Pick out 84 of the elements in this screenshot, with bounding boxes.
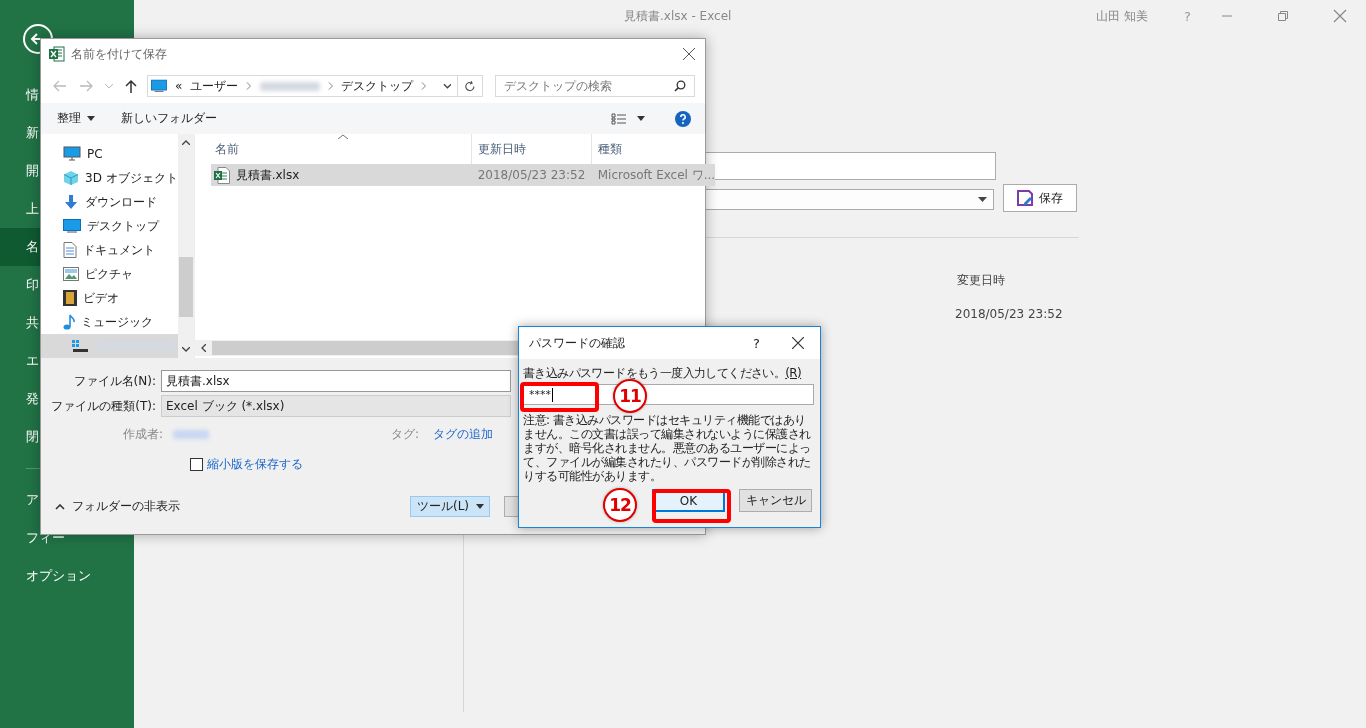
folder-tree-item[interactable]: ダウンロード bbox=[41, 190, 178, 214]
monitor-icon bbox=[63, 219, 81, 233]
path-overflow[interactable]: « bbox=[175, 79, 183, 93]
file-name-field[interactable]: 見積書.xlsx bbox=[161, 370, 511, 392]
computer-icon bbox=[63, 146, 81, 162]
new-folder-button[interactable]: 新しいフォルダー bbox=[121, 110, 217, 127]
file-name: 見積書.xlsx bbox=[235, 166, 300, 184]
author-label: 作成者: bbox=[123, 425, 164, 443]
table-cell: 2018/05/23 23:52 bbox=[955, 307, 1063, 321]
sort-caret-icon bbox=[337, 134, 348, 139]
breadcrumb[interactable]: デスクトップ bbox=[341, 77, 414, 95]
chevron-right-icon[interactable] bbox=[421, 82, 427, 90]
chevron-left-icon[interactable] bbox=[200, 344, 206, 352]
search-icon bbox=[674, 80, 686, 92]
add-tag-link[interactable]: タグの追加 bbox=[433, 425, 494, 443]
close-icon[interactable] bbox=[683, 48, 695, 60]
spreadsheet-app-icon bbox=[49, 46, 65, 62]
save-button[interactable]: 保存 bbox=[1003, 184, 1077, 212]
dialog-title: パスワードの確認 bbox=[529, 334, 625, 352]
table-cell-text: Microsoft Excel ワ... bbox=[596, 166, 716, 184]
column-header[interactable]: 名前 bbox=[210, 134, 471, 164]
file-type-dropdown[interactable]: Excel ブック (*.xlsx) bbox=[161, 395, 511, 417]
download-arrow-icon bbox=[63, 194, 79, 210]
chevron-down-icon[interactable] bbox=[442, 83, 452, 89]
search-field[interactable]: デスクトップの検索 bbox=[495, 75, 695, 97]
view-options-icon[interactable] bbox=[611, 112, 627, 125]
close-icon[interactable] bbox=[792, 337, 804, 349]
restore-icon[interactable] bbox=[1277, 10, 1289, 22]
field-label: ファイル名(N): bbox=[72, 372, 157, 390]
caret-icon bbox=[476, 504, 484, 509]
folder-tree-item[interactable]: ミュージック bbox=[41, 310, 178, 334]
user-name: 山田 知美 bbox=[1096, 7, 1149, 25]
film-icon bbox=[63, 290, 77, 306]
spreadsheet-file-icon bbox=[213, 166, 230, 184]
caret-icon bbox=[87, 116, 95, 121]
cancel-button[interactable]: キャンセル bbox=[739, 489, 812, 512]
caret-icon[interactable] bbox=[637, 116, 645, 121]
redacted-name bbox=[259, 81, 320, 91]
refresh-icon[interactable] bbox=[464, 79, 476, 93]
drive-icon bbox=[71, 339, 89, 353]
chevron-up-icon[interactable] bbox=[181, 140, 190, 145]
folder-tree-item[interactable]: 3D オブジェクト bbox=[41, 166, 178, 190]
column-header: 変更日時 bbox=[957, 272, 1005, 289]
tools-menu-button[interactable]: ツール(L) bbox=[410, 496, 490, 517]
access-key: (R) bbox=[785, 366, 802, 380]
folder-tree-item[interactable]: ドキュメント bbox=[41, 238, 178, 262]
cube-icon bbox=[63, 170, 79, 186]
prompt-text: 書き込みパスワードをもう一度入力してください。 bbox=[523, 366, 786, 380]
window-title: 見積書.xlsx - Excel bbox=[624, 7, 732, 25]
image-icon bbox=[63, 267, 79, 281]
redacted-name bbox=[173, 429, 210, 439]
chevron-right-icon[interactable] bbox=[327, 82, 334, 90]
music-note-icon bbox=[63, 314, 75, 330]
organize-menu[interactable]: 整理 bbox=[57, 110, 95, 127]
checkbox[interactable] bbox=[190, 458, 203, 471]
table-cell-text: 2018/05/23 23:52 bbox=[476, 168, 587, 182]
chevron-down-icon[interactable] bbox=[181, 347, 190, 352]
document-icon bbox=[63, 242, 77, 258]
monitor-icon bbox=[151, 79, 168, 93]
dialog-title: 名前を付けて保存 bbox=[71, 45, 167, 63]
forward-arrow-icon[interactable] bbox=[79, 80, 93, 92]
field-label: ファイルの種類(T): bbox=[50, 397, 157, 415]
help-icon[interactable] bbox=[675, 110, 691, 127]
caret-icon bbox=[978, 196, 987, 202]
scrollbar[interactable] bbox=[177, 134, 194, 358]
save-icon bbox=[1017, 190, 1033, 206]
chevron-up-icon bbox=[55, 503, 65, 510]
folder-tree-item[interactable]: ビデオ bbox=[41, 286, 178, 310]
help-button[interactable]: ? bbox=[753, 335, 760, 351]
sidebar-item[interactable]: オプション bbox=[0, 557, 134, 595]
breadcrumb[interactable]: ユーザー bbox=[190, 77, 239, 95]
folder-tree-item[interactable]: デスクトップ bbox=[41, 214, 178, 238]
address-bar[interactable]: « ユーザー デスクトップ bbox=[147, 75, 483, 97]
back-arrow-icon[interactable] bbox=[53, 80, 67, 92]
hide-folders-button[interactable]: フォルダーの非表示 bbox=[55, 498, 410, 515]
tags-label: タグ: bbox=[391, 425, 420, 443]
scroll-thumb[interactable] bbox=[178, 257, 193, 317]
warning-text: 注意: 書き込みパスワードはセキュリティ機能ではありません。この文書は誤って編集されないように保護されますが、暗号化されません。悪意のあるユーザーによって、ファイルが編集されたり、パスワードが削除されたりする可能性があります。 bbox=[523, 413, 812, 483]
chevron-right-icon[interactable] bbox=[246, 82, 252, 90]
file-row[interactable]: 見積書.xlsx 2018/05/23 23:52 Microsoft Excel ワ... bbox=[210, 164, 716, 186]
folder-tree-item[interactable]: ピクチャ bbox=[41, 262, 178, 286]
checkbox-label[interactable]: 縮小版を保存する bbox=[207, 456, 303, 473]
up-arrow-icon[interactable] bbox=[125, 79, 137, 93]
folder-tree-item[interactable]: PC bbox=[41, 142, 178, 166]
